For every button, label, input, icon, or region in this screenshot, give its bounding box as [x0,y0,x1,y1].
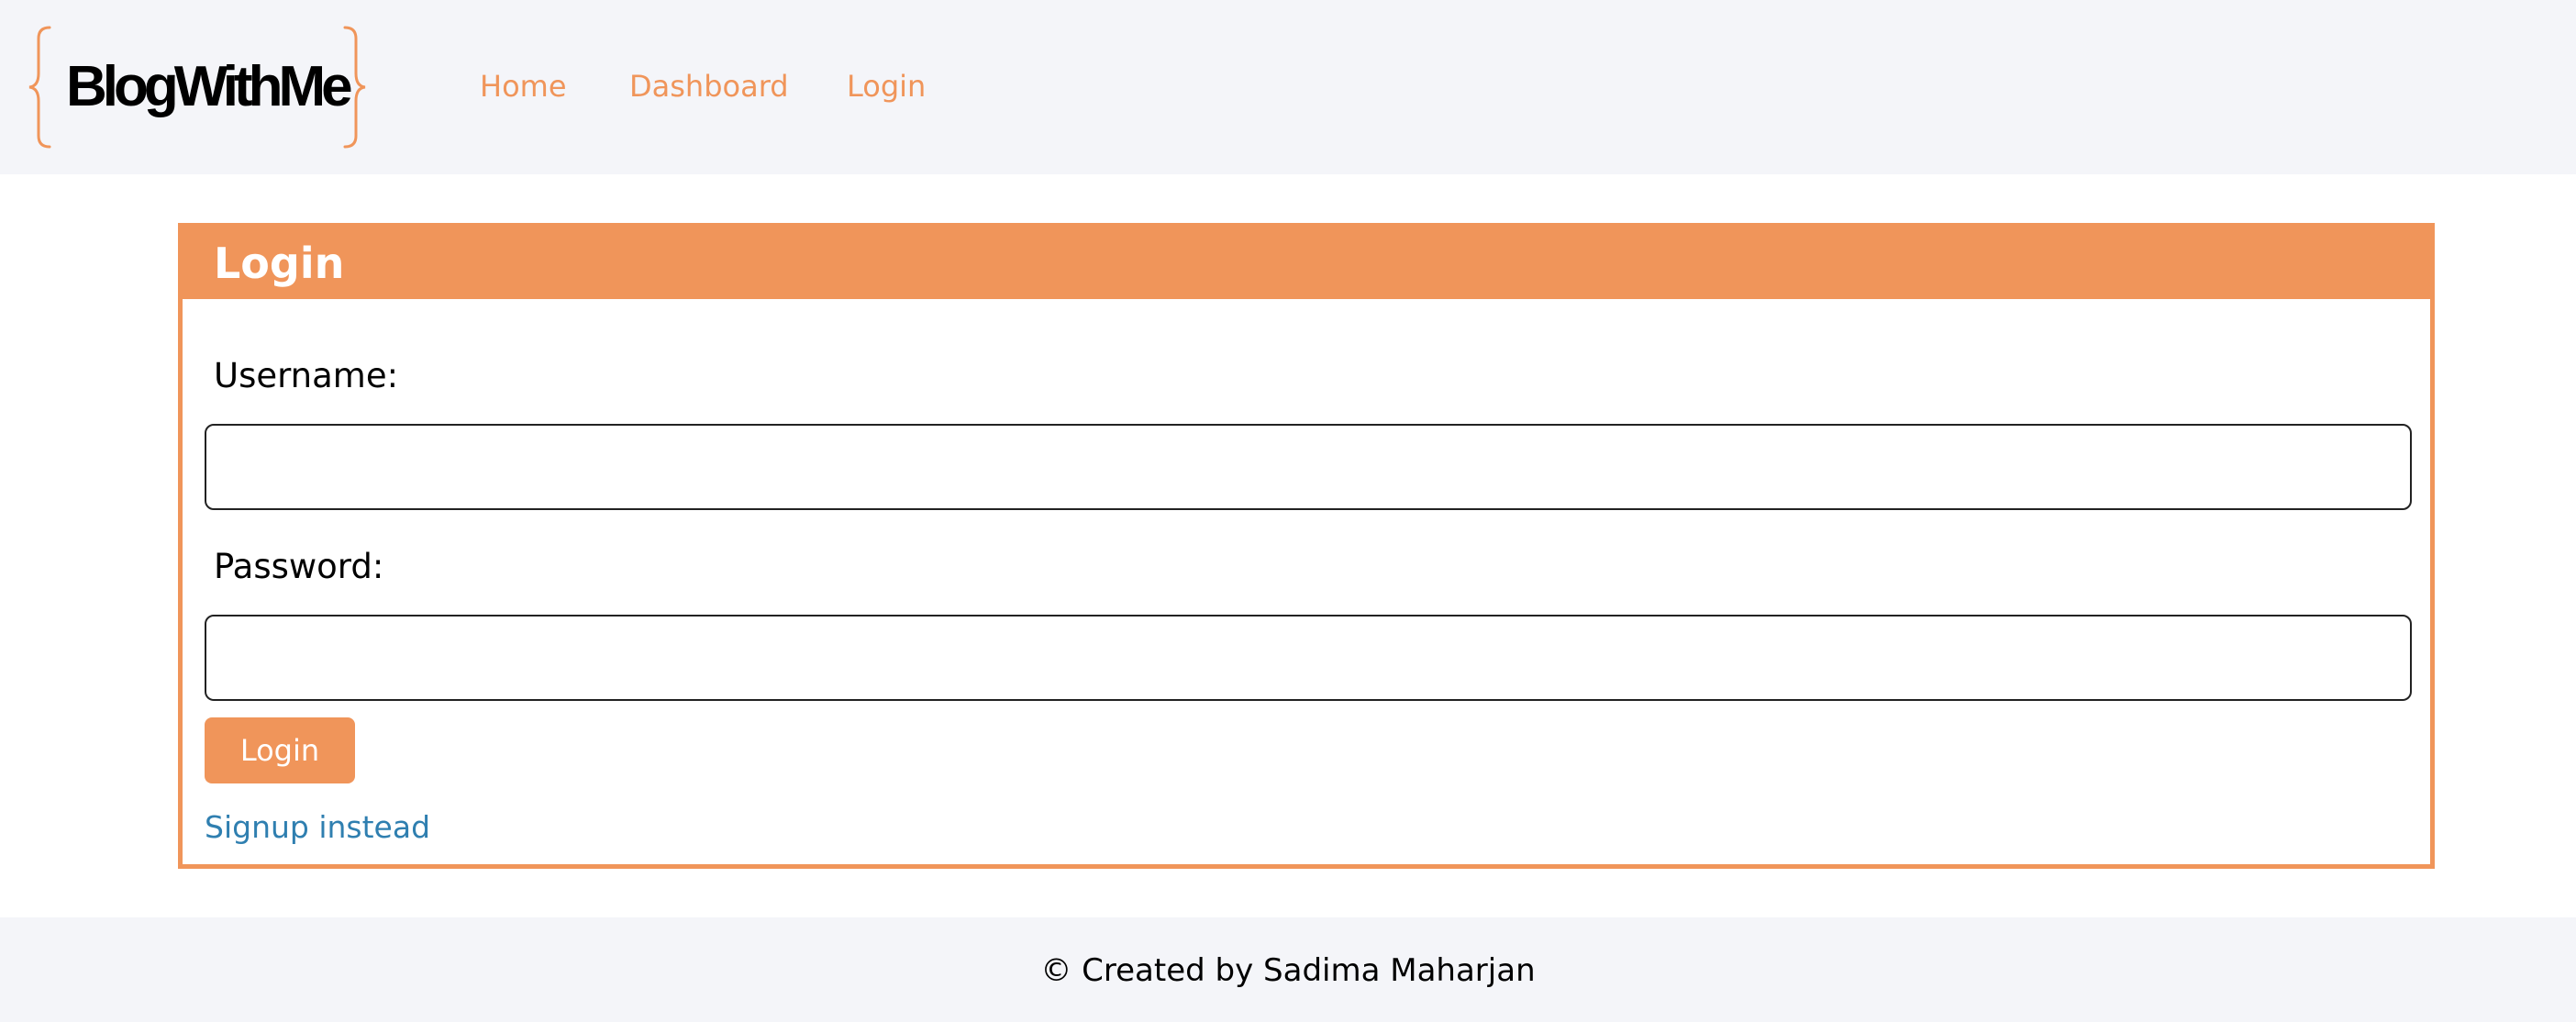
password-input[interactable] [205,615,2412,701]
site-header: BlogWithMe Home Dashboard Login [0,0,2576,174]
password-label: Password: [214,547,384,586]
site-footer: © Created by Sadima Maharjan [0,917,2576,1022]
footer-credit: © Created by Sadima Maharjan [1040,952,1536,989]
login-card-title: Login [214,239,345,288]
brand-logo[interactable]: BlogWithMe [28,26,385,149]
nav-link-home[interactable]: Home [480,64,567,108]
login-card-header: Login [183,228,2430,299]
username-input[interactable] [205,424,2412,510]
login-button[interactable]: Login [205,717,355,783]
signup-link[interactable]: Signup instead [205,805,430,850]
nav-link-dashboard[interactable]: Dashboard [629,64,789,108]
brand-name: BlogWithMe [66,55,353,118]
username-label: Username: [214,356,399,395]
nav-link-login[interactable]: Login [847,64,926,108]
login-card: Login Username: Password: Login Signup i… [178,223,2435,869]
